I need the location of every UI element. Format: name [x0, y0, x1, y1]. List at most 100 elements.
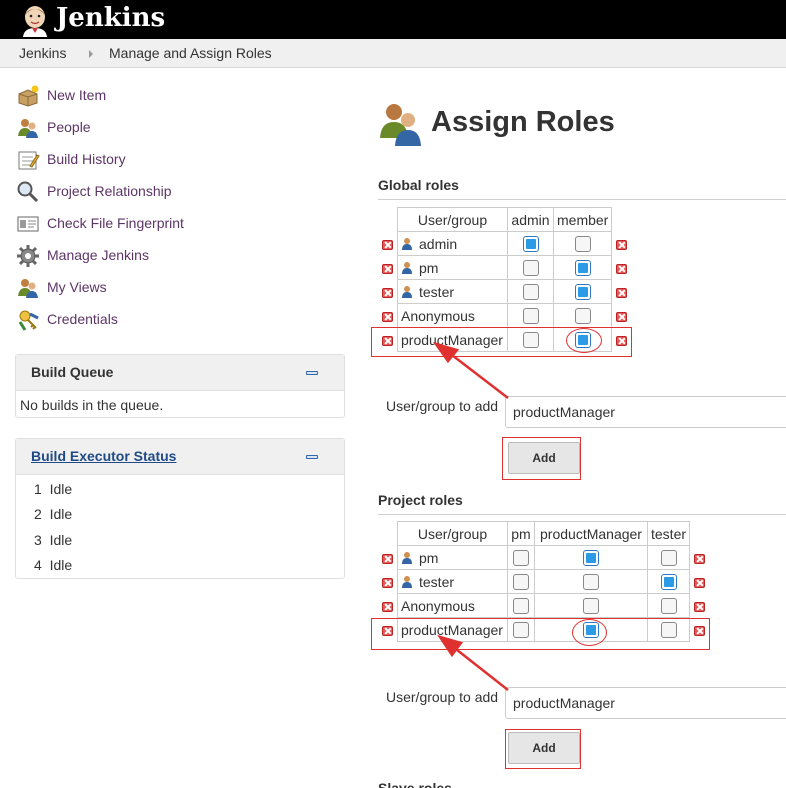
page-title: Assign Roles	[431, 106, 615, 138]
project-roles-table: User/group pm productManager tester pm te…	[378, 521, 710, 642]
build-executor-status-link[interactable]: Build Executor Status	[31, 448, 176, 464]
role-checkbox[interactable]	[574, 260, 591, 277]
remove-icon[interactable]	[382, 311, 393, 322]
table-row: productManager	[378, 617, 710, 642]
role-checkbox[interactable]	[513, 598, 529, 615]
remove-cell	[690, 594, 710, 618]
executor-row: 3 Idle	[34, 532, 72, 548]
role-checkbox[interactable]	[574, 308, 591, 325]
remove-icon[interactable]	[616, 311, 628, 322]
role-checkbox[interactable]	[522, 284, 539, 301]
project-user-group-input[interactable]	[505, 687, 786, 719]
role-checkbox[interactable]	[583, 598, 599, 615]
remove-icon[interactable]	[616, 335, 628, 346]
remove-icon[interactable]	[382, 553, 393, 564]
new-item-icon	[18, 85, 39, 107]
jenkins-butler-icon[interactable]	[18, 3, 52, 37]
role-checkbox[interactable]	[574, 332, 591, 349]
role-checkbox[interactable]	[522, 308, 539, 325]
remove-cell	[378, 328, 398, 352]
remove-icon[interactable]	[616, 287, 628, 298]
section-divider	[378, 514, 786, 515]
role-checkbox[interactable]	[583, 622, 599, 639]
role-checkbox[interactable]	[522, 260, 539, 277]
permission-cell	[507, 279, 554, 304]
remove-icon[interactable]	[382, 625, 393, 636]
role-checkbox[interactable]	[513, 574, 529, 591]
permission-cell	[552, 327, 613, 352]
main-panel: Assign Roles Global roles User/group adm…	[360, 68, 786, 788]
breadcrumb-jenkins[interactable]: Jenkins	[19, 45, 66, 61]
executor-status: Idle	[49, 532, 73, 548]
global-add-button[interactable]: Add	[508, 442, 580, 474]
remove-cell	[612, 304, 632, 328]
user-group-name: pm	[419, 549, 439, 566]
executor-number: 1	[34, 481, 42, 497]
breadcrumb-manage-assign-roles[interactable]: Manage and Assign Roles	[109, 45, 272, 61]
project-add-button[interactable]: Add	[508, 732, 580, 764]
role-checkbox[interactable]	[660, 574, 677, 591]
executor-number: 4	[34, 557, 42, 573]
remove-icon[interactable]	[616, 263, 628, 274]
remove-icon[interactable]	[694, 601, 706, 612]
permission-cell	[507, 231, 554, 256]
table-row: productManager	[378, 327, 632, 352]
role-checkbox[interactable]	[583, 574, 599, 591]
remove-icon[interactable]	[616, 239, 628, 250]
role-checkbox[interactable]	[574, 236, 591, 253]
remove-cell	[378, 594, 398, 618]
build-executor-header: Build Executor Status	[16, 439, 344, 475]
remove-icon[interactable]	[694, 625, 706, 636]
role-checkbox[interactable]	[522, 236, 539, 253]
remove-icon[interactable]	[694, 577, 706, 588]
permission-cell	[552, 303, 613, 328]
permission-cell	[646, 593, 691, 618]
role-checkbox[interactable]	[574, 284, 591, 301]
executor-status: Idle	[49, 506, 73, 522]
role-checkbox[interactable]	[513, 622, 529, 639]
remove-cell	[690, 570, 710, 594]
collapse-icon[interactable]	[306, 371, 318, 375]
collapse-icon[interactable]	[306, 455, 318, 459]
remove-icon[interactable]	[382, 335, 393, 346]
breadcrumb-separator-icon[interactable]	[89, 50, 93, 58]
user-icon	[402, 551, 412, 564]
remove-icon[interactable]	[382, 577, 393, 588]
user-icon	[402, 575, 412, 588]
table-row: Anonymous	[378, 303, 632, 328]
permission-cell	[534, 593, 648, 618]
remove-icon[interactable]	[694, 553, 706, 564]
table-header-row: User/group admin member	[378, 207, 632, 232]
remove-cell	[378, 618, 398, 642]
remove-icon[interactable]	[382, 601, 393, 612]
column-header: productManager	[534, 521, 648, 546]
role-checkbox[interactable]	[660, 622, 677, 639]
executor-number: 3	[34, 532, 42, 548]
permission-cell	[552, 231, 613, 256]
table-row: Anonymous	[378, 593, 710, 618]
user-group-name: tester	[419, 573, 455, 590]
build-executor-pane: Build Executor Status 1 Idle 2 Idle 3 Id…	[15, 438, 345, 579]
remove-icon[interactable]	[382, 287, 393, 298]
role-checkbox[interactable]	[660, 550, 677, 567]
permission-cell	[507, 545, 535, 570]
role-checkbox[interactable]	[660, 598, 677, 615]
role-checkbox[interactable]	[583, 550, 599, 567]
remove-cell	[378, 280, 398, 304]
role-checkbox[interactable]	[513, 550, 529, 567]
app-title[interactable]: Jenkins	[56, 2, 165, 34]
remove-cell	[378, 304, 398, 328]
global-user-group-input[interactable]	[505, 396, 786, 428]
permission-cell	[507, 255, 554, 280]
table-row: pm	[378, 545, 710, 570]
permission-cell	[507, 593, 535, 618]
remove-icon[interactable]	[382, 263, 393, 274]
permission-cell	[534, 617, 648, 642]
task-label: Manage Jenkins	[47, 247, 149, 263]
remove-cell	[612, 280, 632, 304]
remove-icon[interactable]	[382, 239, 393, 250]
table-header-row: User/group pm productManager tester	[378, 521, 710, 546]
user-group-cell: pm	[397, 255, 508, 280]
role-checkbox[interactable]	[522, 332, 539, 349]
executor-status: Idle	[49, 557, 73, 573]
